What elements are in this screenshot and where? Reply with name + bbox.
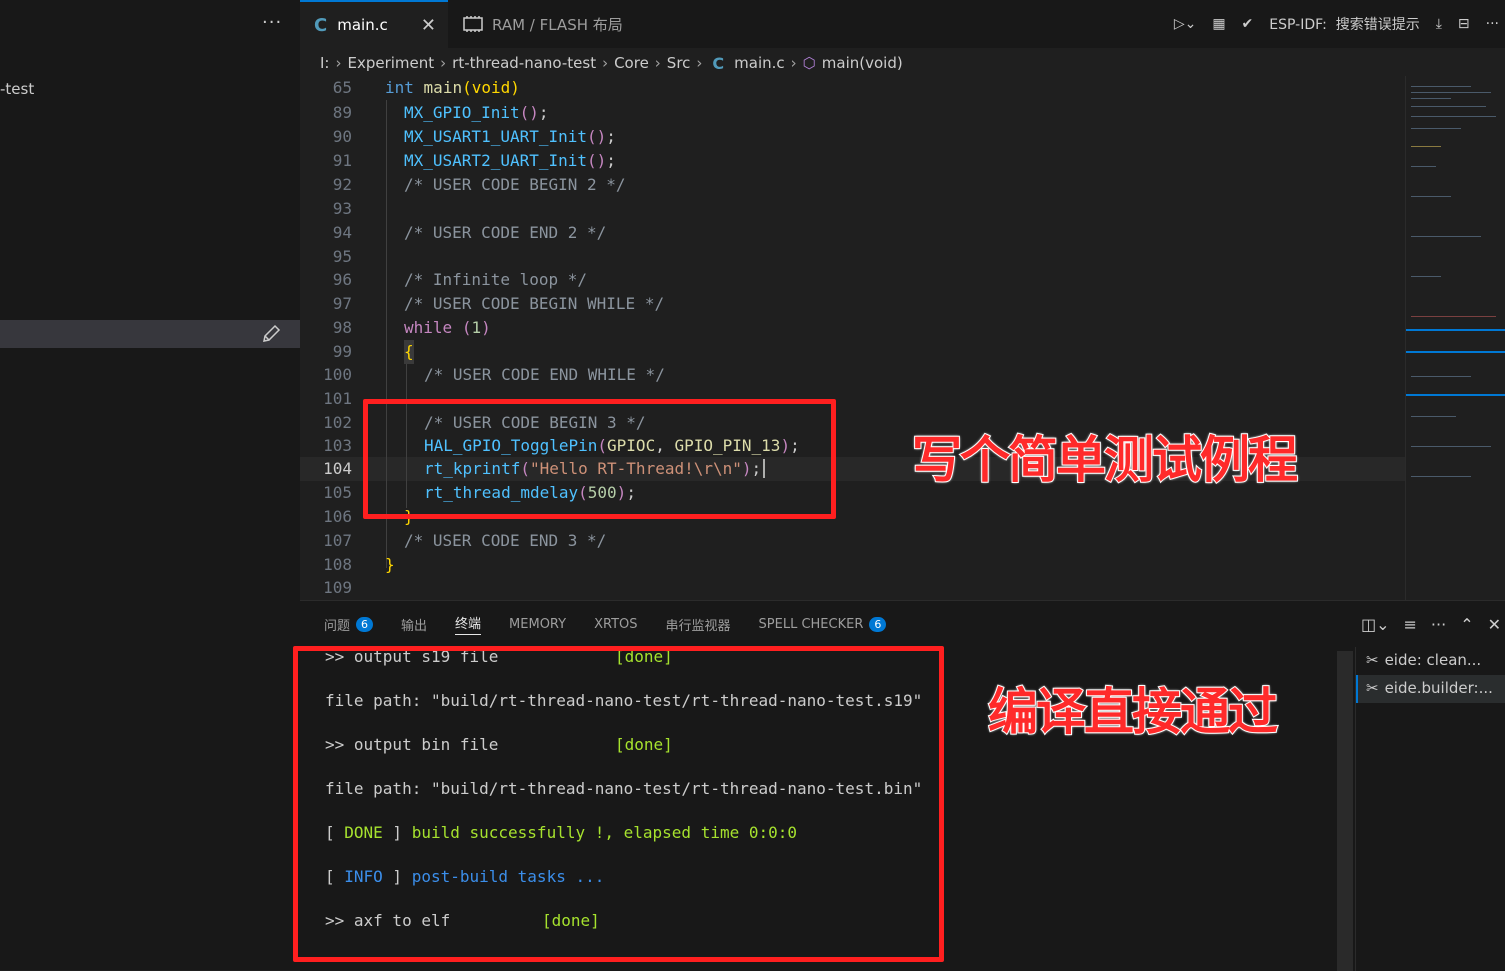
breadcrumb-item[interactable]: main(void)	[822, 54, 903, 72]
code-line[interactable]: MX_USART1_UART_Init();	[404, 125, 616, 149]
minimap[interactable]	[1405, 76, 1505, 600]
editor-tab-bar: C main.c ✕ RAM / FLASH 布局 ▷⌄ ▦ ✔ ESP-IDF…	[300, 0, 1505, 48]
sticky-scroll-line[interactable]: int main(void)	[385, 76, 520, 100]
run-debug-icon[interactable]: ▷⌄	[1174, 16, 1197, 32]
breadcrumb-item[interactable]: rt-thread-nano-test	[452, 54, 596, 72]
spell-checker-count-badge: 6	[869, 616, 887, 632]
tab-xrtos[interactable]: XRTOS	[594, 617, 637, 632]
code-line[interactable]: MX_USART2_UART_Init();	[404, 149, 616, 173]
build-icon[interactable]: ▦	[1212, 16, 1225, 32]
split-editor-icon[interactable]: ⊟	[1458, 16, 1470, 32]
tab-spell-checker[interactable]: SPELL CHECKER 6	[759, 616, 887, 632]
code-line[interactable]: /* USER CODE END 2 */	[404, 221, 606, 245]
tab-label: RAM / FLASH 布局	[492, 15, 623, 34]
tab-serial-monitor[interactable]: 串行监视器	[666, 615, 731, 634]
breadcrumb-item[interactable]: Core	[614, 54, 649, 72]
cube-icon: ⬡	[802, 54, 816, 72]
line-number: 104	[323, 459, 352, 478]
line-number: 90	[332, 127, 352, 146]
clear-terminal-icon[interactable]: ≡	[1404, 615, 1417, 634]
download-icon[interactable]: ⤓	[1436, 16, 1442, 32]
tab-label: main.c	[337, 16, 388, 34]
breadcrumb-item[interactable]: Experiment	[347, 54, 434, 72]
esp-idf-search[interactable]: ESP-IDF: 搜索错误提示	[1269, 14, 1419, 34]
editor-toolbar: ▷⌄ ▦ ✔ ESP-IDF: 搜索错误提示 ⤓ ⊟ ···	[1174, 0, 1505, 48]
explorer-sidebar: ··· -test	[0, 0, 300, 970]
panel-tab-bar: 问题 6 输出 终端 MEMORY XRTOS 串行监视器 SPELL CHECK…	[324, 601, 887, 647]
line-number: 98	[332, 318, 352, 337]
more-actions-icon[interactable]: ···	[262, 12, 282, 33]
clean-icon[interactable]: ✔	[1242, 16, 1254, 32]
code-line[interactable]: /* USER CODE END WHILE */	[424, 363, 665, 387]
split-terminal-icon[interactable]: ◫⌄	[1361, 615, 1390, 634]
sidebar-selected-row[interactable]	[0, 320, 300, 348]
code-line[interactable]: MX_GPIO_Init();	[404, 101, 549, 125]
line-number: 92	[332, 175, 352, 194]
line-number: 106	[323, 507, 352, 526]
tab-terminal[interactable]: 终端	[455, 613, 482, 635]
code-line[interactable]: {	[404, 340, 414, 364]
code-line[interactable]: /* USER CODE BEGIN WHILE */	[404, 292, 664, 316]
c-file-icon: C	[712, 53, 725, 73]
terminal-list: ✂ eide: clean... ✂ eide.builder:...	[1355, 647, 1505, 971]
line-number: 65	[332, 78, 352, 97]
line-number: 107	[323, 531, 352, 550]
tab-problems[interactable]: 问题 6	[324, 615, 374, 634]
tab-main-c[interactable]: C main.c ✕	[300, 0, 448, 48]
project-label[interactable]: -test	[0, 80, 34, 98]
line-number: 95	[332, 247, 352, 266]
line-number: 89	[332, 103, 352, 122]
line-number: 109	[323, 578, 352, 597]
line-number: 97	[332, 294, 352, 313]
line-number: 101	[323, 389, 352, 408]
panel-actions: ◫⌄ ≡ ··· ⌃ ✕	[1361, 601, 1505, 647]
line-number: 108	[323, 555, 352, 574]
tab-memory[interactable]: MEMORY	[509, 617, 566, 632]
code-line[interactable]: /* USER CODE BEGIN 2 */	[404, 173, 626, 197]
line-number: 102	[323, 413, 352, 432]
code-line[interactable]: /* Infinite loop */	[404, 268, 587, 292]
line-number: 94	[332, 223, 352, 242]
line-number: 100	[323, 365, 352, 384]
code-line[interactable]: }	[385, 553, 395, 577]
line-number: 93	[332, 199, 352, 218]
annotation-editor-note: 写个简单测试例程	[911, 430, 1299, 490]
tools-icon: ✂	[1366, 679, 1379, 697]
line-number: 91	[332, 151, 352, 170]
memory-chip-icon	[463, 16, 483, 32]
breadcrumb: I: › Experiment › rt-thread-nano-test › Cor…	[320, 53, 903, 73]
line-number: 96	[332, 270, 352, 289]
terminal-list-item[interactable]: ✂ eide: clean...	[1366, 651, 1481, 669]
close-panel-icon[interactable]: ✕	[1488, 615, 1501, 634]
tools-icon: ✂	[1366, 651, 1379, 669]
code-line[interactable]: /* USER CODE END 3 */	[404, 529, 606, 553]
code-line[interactable]: while (1)	[404, 316, 491, 340]
code-editor[interactable]: 65 int main(void) 89 MX_GPIO_Init(); 90 …	[300, 76, 1405, 600]
breadcrumb-item[interactable]: I:	[320, 54, 329, 72]
annotation-box-code	[363, 399, 836, 519]
more-actions-icon[interactable]: ···	[1431, 615, 1446, 634]
line-number: 105	[323, 483, 352, 502]
breadcrumb-item[interactable]: Src	[667, 54, 691, 72]
close-icon[interactable]: ✕	[421, 15, 436, 36]
c-file-icon: C	[314, 14, 328, 36]
line-number: 103	[323, 436, 352, 455]
terminal-list-item[interactable]: ✂ eide.builder:...	[1366, 679, 1493, 697]
annotation-terminal-note: 编译直接通过	[987, 682, 1279, 742]
pencil-icon[interactable]	[260, 323, 282, 345]
problems-count-badge: 6	[356, 616, 374, 632]
line-number: 99	[332, 342, 352, 361]
annotation-box-terminal	[293, 646, 944, 962]
terminal-scrollbar[interactable]	[1337, 651, 1353, 971]
more-actions-icon[interactable]: ···	[1486, 16, 1499, 32]
tab-ram-flash-layout[interactable]: RAM / FLASH 布局	[450, 0, 650, 48]
tab-output[interactable]: 输出	[401, 615, 427, 634]
breadcrumb-item[interactable]: main.c	[734, 54, 785, 72]
maximize-panel-icon[interactable]: ⌃	[1460, 615, 1473, 634]
